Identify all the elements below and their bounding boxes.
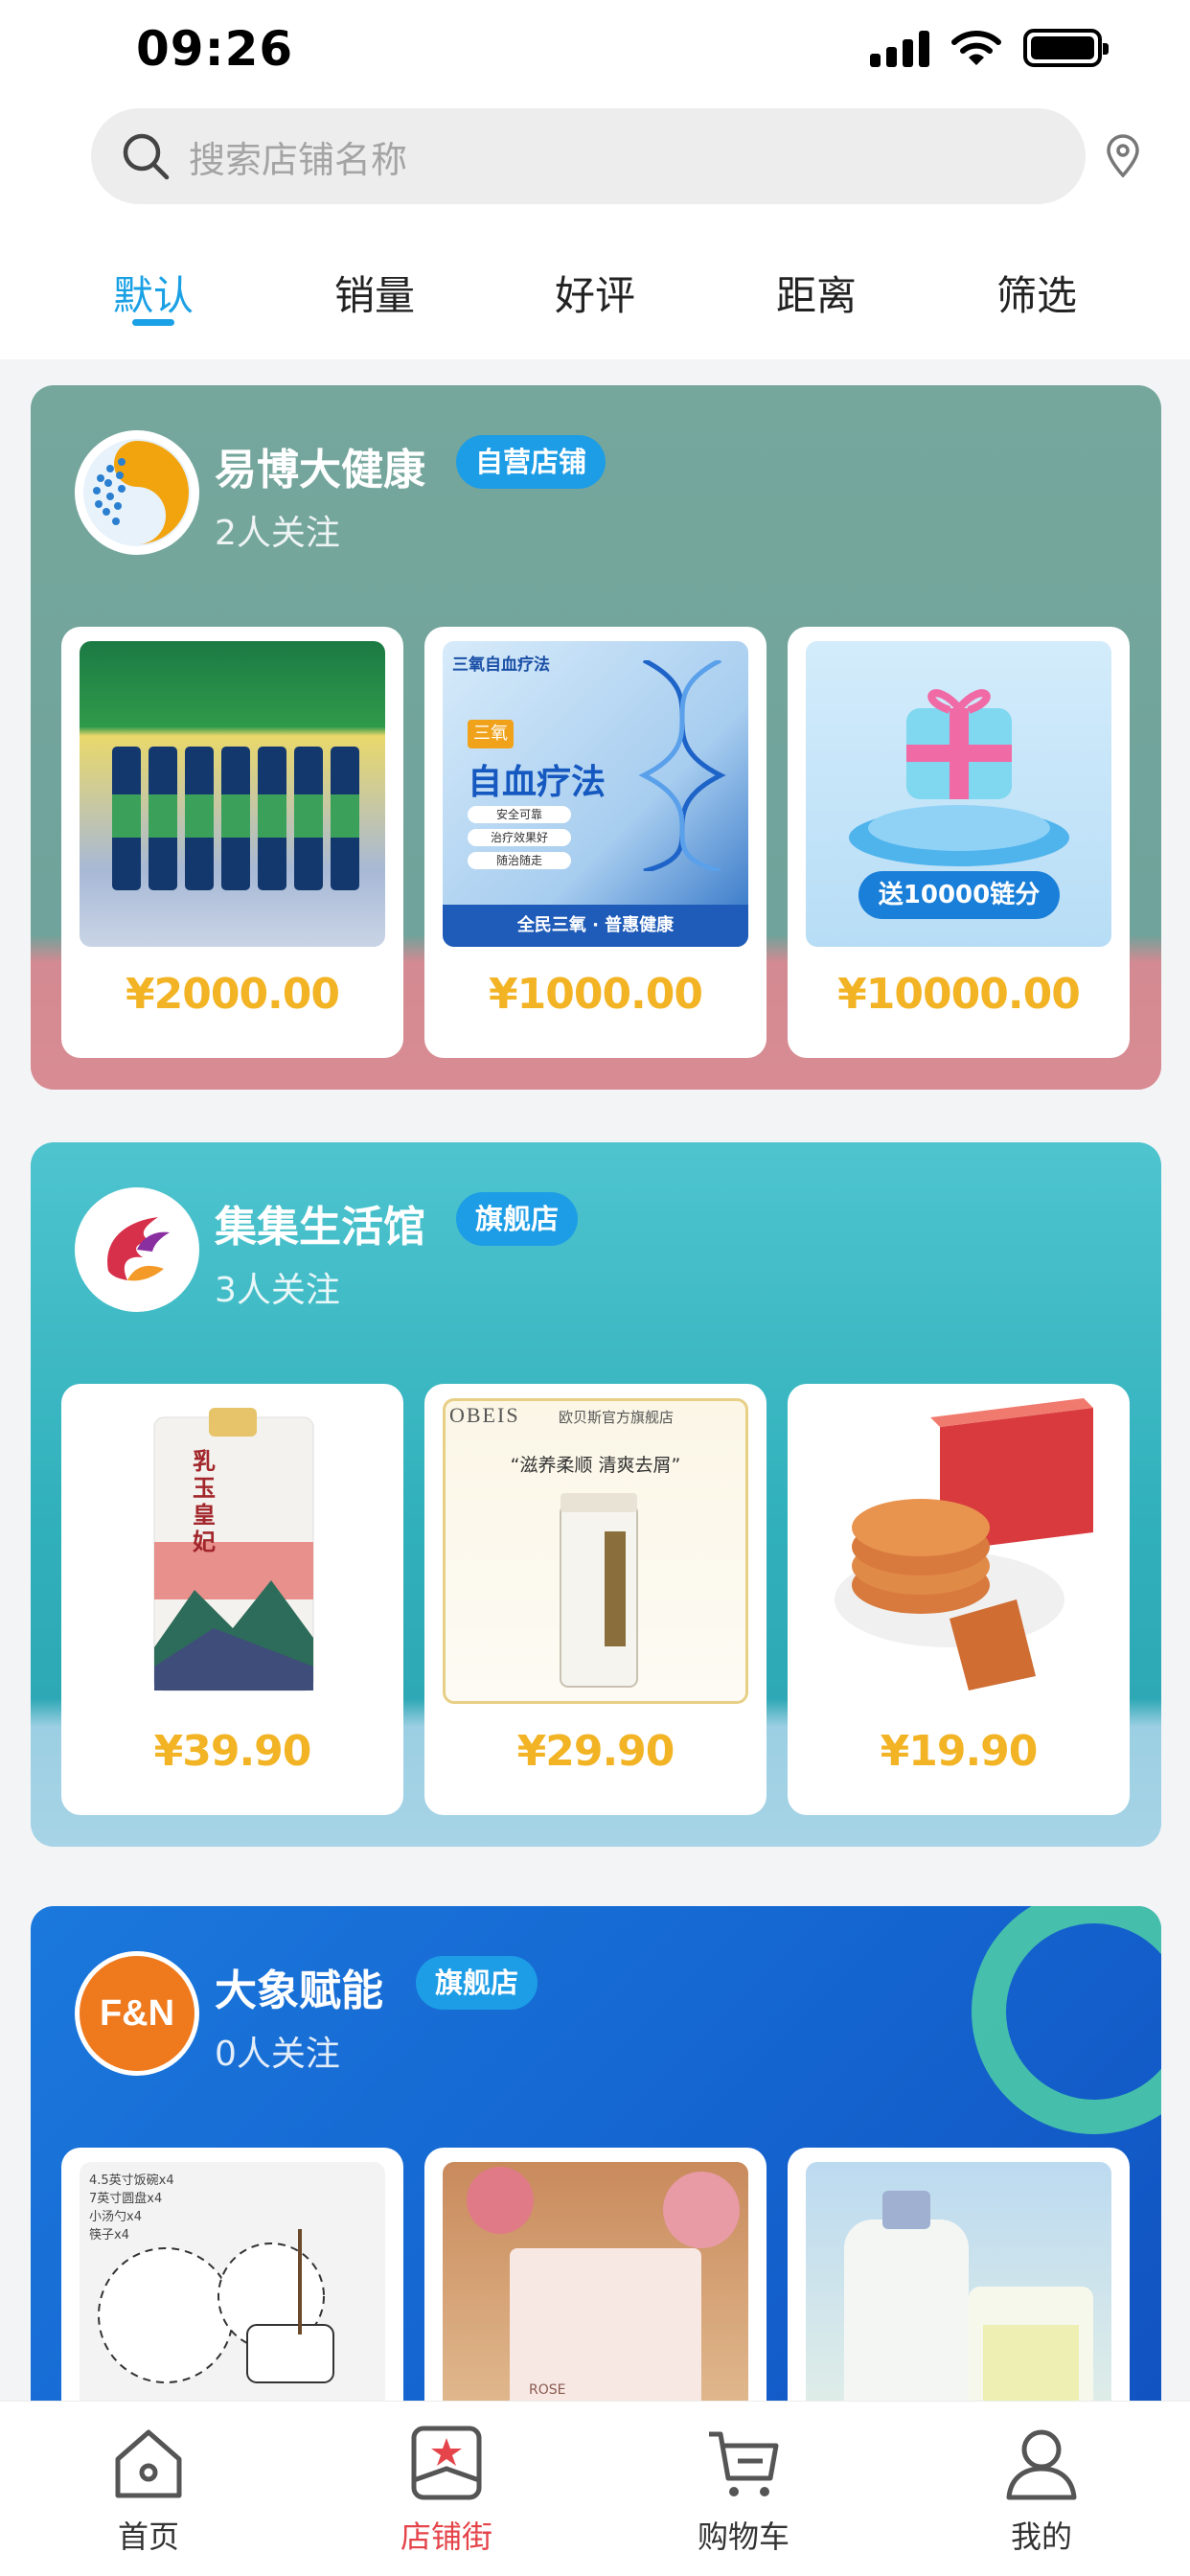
user-icon [1006,2429,1077,2500]
product-image-line: 7英寸圆盘x4 [89,2192,163,2206]
product-image: 送10000链分 [806,641,1111,947]
product-image-title: 自血疗法 [468,763,606,802]
product-image-bullet: 随治随走 [468,852,571,869]
tab-filter[interactable]: 筛选 [960,264,1113,322]
store-card[interactable]: 易博大健康 自营店铺 2人关注 ¥2000.00 三氧自血疗法 三氧 自血疗法 … [31,385,1161,1090]
nav-mine[interactable]: 我的 [946,2423,1137,2557]
wifi-icon [951,31,1001,65]
store-logo-graphic [83,1196,191,1303]
product-image [806,1398,1111,1704]
store-card[interactable]: F&N 大象赋能 旗舰店 0人关注 4.5英寸饭碗x4 7英寸圆盘x4 小汤勺x… [31,1906,1161,2443]
search-placeholder[interactable]: 搜索店铺名称 [189,130,407,183]
store-logo [75,1187,199,1312]
product-image [80,641,385,947]
product-card[interactable]: ROSE [424,2148,767,2443]
search-icon [123,133,170,180]
location-icon[interactable] [1104,134,1142,178]
product-image-title: 乳玉皇妃 [193,1448,216,1555]
product-card[interactable] [788,2148,1130,2443]
bottom-nav: 首页 店铺街 购物车 我的 [0,2401,1190,2576]
store-logo-text: F&N [99,1992,175,2034]
product-image-line: 小汤勺x4 [89,2210,142,2224]
product-image-footer: 全民三氧 · 普惠健康 [443,905,748,947]
product-card[interactable]: 4.5英寸饭碗x4 7英寸圆盘x4 小汤勺x4 筷子x4 [61,2148,403,2443]
tab-sales[interactable]: 销量 [298,264,451,322]
store-followers: 0人关注 [215,2035,340,2074]
store-tag: 自营店铺 [456,435,606,489]
nav-label: 首页 [117,2518,179,2555]
product-price: ¥29.90 [516,1727,675,1776]
nav-label: 我的 [1010,2518,1072,2555]
nav-label: 购物车 [697,2518,790,2555]
tab-default[interactable]: 默认 [77,264,230,322]
tab-rating[interactable]: 好评 [518,264,672,322]
bottle-graphic [560,1493,638,1688]
store-logo-graphic [83,439,191,546]
nav-home[interactable]: 首页 [53,2423,244,2557]
product-image-bullet: 治疗效果好 [468,829,571,846]
signal-icon [870,29,929,67]
store-logo: F&N [75,1951,199,2076]
store-logo [75,430,199,555]
store-card[interactable]: 集集生活馆 旗舰店 3人关注 乳玉皇妃 ¥39.90 OBEIS 欧贝斯官方旗舰… [31,1142,1161,1847]
product-card[interactable]: 送10000链分 ¥10000.00 [788,627,1130,1058]
store-name: 易博大健康 [215,446,425,494]
store-name: 大象赋能 [215,1966,383,2015]
store-followers: 3人关注 [215,1271,340,1310]
active-tab-indicator [132,319,174,326]
cart-icon [709,2431,779,2496]
store-tag: 旗舰店 [416,1956,538,2010]
store-tag: 旗舰店 [456,1192,579,1246]
decorative-ring [972,1906,1161,2134]
product-price: ¥39.90 [153,1727,312,1776]
product-image-slogan: “滋养柔顺 清爽去屑” [510,1455,681,1476]
store-name: 集集生活馆 [215,1203,425,1252]
product-card[interactable]: ¥19.90 [788,1384,1130,1815]
product-image-header: 三氧自血疗法 [452,656,550,675]
tab-distance[interactable]: 距离 [740,264,893,322]
dna-graphic [638,660,726,871]
product-card[interactable]: OBEIS 欧贝斯官方旗舰店 “滋养柔顺 清爽去屑” ¥29.90 [424,1384,767,1815]
product-card[interactable]: ¥2000.00 [61,627,403,1058]
store-icon [411,2426,482,2500]
battery-icon [1023,29,1109,67]
product-image: OBEIS 欧贝斯官方旗舰店 “滋养柔顺 清爽去屑” [443,1398,748,1704]
product-image-store: 欧贝斯官方旗舰店 [559,1409,675,1426]
store-followers: 2人关注 [215,514,340,553]
product-price: ¥1000.00 [488,970,703,1019]
nav-cart[interactable]: 购物车 [648,2423,839,2557]
nav-store-street[interactable]: 店铺街 [351,2423,542,2557]
product-image-bullet: 安全可靠 [468,806,571,823]
product-image: 三氧自血疗法 三氧 自血疗法 安全可靠 治疗效果好 随治随走 全民三氧 · 普惠… [443,641,748,947]
status-icons [870,27,1109,69]
product-image-line: 筷子x4 [89,2228,129,2242]
product-price: ¥19.90 [880,1727,1039,1776]
home-icon [115,2429,182,2498]
search-bar[interactable]: 搜索店铺名称 [91,108,1086,204]
product-card[interactable]: 乳玉皇妃 ¥39.90 [61,1384,403,1815]
product-card[interactable]: 三氧自血疗法 三氧 自血疗法 安全可靠 治疗效果好 随治随走 全民三氧 · 普惠… [424,627,767,1058]
product-image-badge: 三氧 [468,720,514,748]
product-image-line: 4.5英寸饭碗x4 [89,2174,174,2188]
product-price: ¥2000.00 [125,970,340,1019]
product-image-text: 4.5英寸饭碗x4 7英寸圆盘x4 小汤勺x4 筷子x4 [89,2172,174,2244]
sort-tabs: 默认 销量 好评 距离 筛选 [0,244,1190,350]
status-bar: 09:26 [0,0,1190,96]
product-image-banner: 送10000链分 [858,871,1060,919]
product-image-label: ROSE [529,2382,566,2398]
product-image: 乳玉皇妃 [80,1398,385,1704]
product-image-brand: OBEIS [449,1403,520,1427]
status-time: 09:26 [136,21,294,77]
product-price: ¥10000.00 [837,970,1081,1019]
header: 09:26 搜索店铺名称 默认 销量 好评 距离 筛选 [0,0,1190,359]
nav-label: 店铺街 [400,2518,492,2555]
